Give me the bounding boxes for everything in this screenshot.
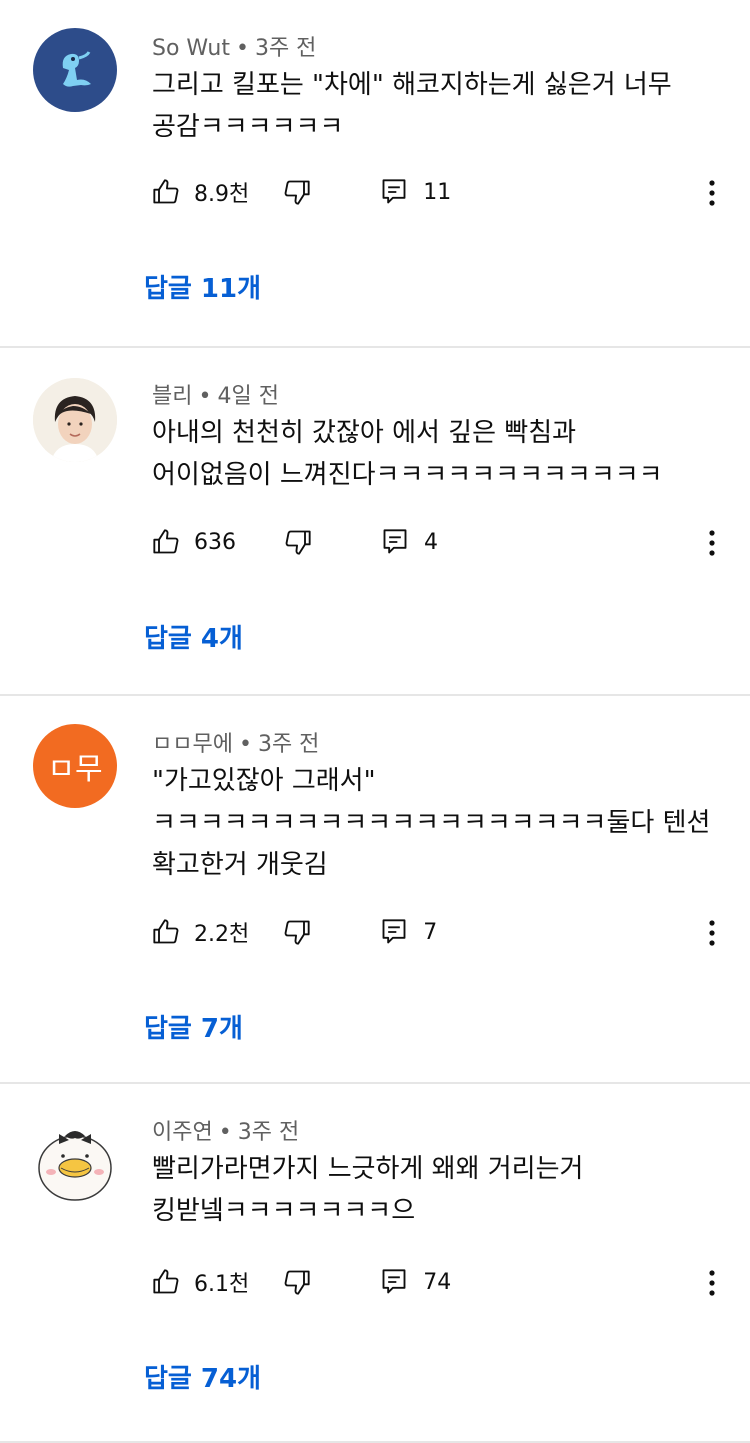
avatar[interactable]: ㅁ무 (33, 724, 117, 808)
like-count: 8.9천 (194, 182, 250, 207)
dislike-button[interactable] (283, 918, 311, 946)
like-count: 636 (194, 529, 236, 555)
comment-icon (382, 919, 406, 944)
action-bar: 6.1천 74 (152, 1262, 451, 1302)
author-name[interactable]: 이주연 (152, 1120, 213, 1145)
reply-count: 74 (423, 1269, 452, 1295)
avatar[interactable] (33, 28, 117, 112)
thumbs-up-icon (153, 1269, 179, 1294)
like-button[interactable]: 6.1천 (152, 1266, 249, 1298)
thumbs-up-icon (153, 529, 179, 554)
thumbs-down-icon (285, 530, 311, 555)
person-photo-icon (33, 378, 117, 462)
comment-text: 그리고 킬포는 "차에" 해코지하는게 싫은거 너무 공감ㅋㅋㅋㅋㅋㅋ (152, 70, 672, 142)
separator-dot: • (198, 384, 212, 409)
comment-header: 블리 • 4일 전 (152, 378, 279, 410)
comment-item: 블리 • 4일 전 아내의 천천히 갔잖아 에서 깊은 빡침과 어이없음이 느껴진다… (0, 348, 750, 696)
view-replies-link[interactable]: 답글 11개 (144, 268, 261, 305)
more-options-button[interactable] (700, 913, 724, 953)
comment-item: 이주연 • 3주 전 빨리가라면가지 느긋하게 왜왜 거리는거 킹받넼ㅋㅋㅋㅋㅋㅋㅋ… (0, 1084, 750, 1443)
thumbs-up-icon (153, 919, 179, 944)
more-vertical-icon (709, 1270, 715, 1296)
comment-text: 빨리가라면가지 느긋하게 왜왜 거리는거 킹받넼ㅋㅋㅋㅋㅋㅋㅋ으 (152, 1154, 584, 1226)
timestamp: 3주 전 (254, 36, 317, 61)
author-name[interactable]: 블리 (152, 384, 192, 409)
reply-button[interactable]: 11 (381, 178, 451, 206)
more-options-button[interactable] (700, 523, 724, 563)
timestamp: 3주 전 (237, 1120, 300, 1145)
comment-icon (382, 1269, 406, 1294)
more-vertical-icon (709, 180, 715, 206)
thumbs-up-icon (153, 179, 179, 204)
more-vertical-icon (709, 530, 715, 556)
action-bar: 8.9천 11 (152, 172, 451, 212)
reply-button[interactable]: 4 (382, 528, 438, 556)
author-name[interactable]: So Wut (152, 36, 230, 61)
reply-button[interactable]: 74 (381, 1268, 451, 1296)
duck-cartoon-icon (38, 1131, 112, 1201)
timestamp: 4일 전 (217, 384, 279, 409)
reply-button[interactable]: 7 (381, 918, 437, 946)
comment-item: So Wut • 3주 전 그리고 킬포는 "차에" 해코지하는게 싫은거 너무 공… (0, 0, 750, 348)
comment-header: 이주연 • 3주 전 (152, 1114, 299, 1146)
comment-header: So Wut • 3주 전 (152, 30, 316, 62)
view-replies-link[interactable]: 답글 74개 (144, 1358, 261, 1395)
reply-count: 11 (423, 179, 452, 205)
action-bar: 636 4 (152, 522, 438, 562)
more-options-button[interactable] (700, 173, 724, 213)
more-vertical-icon (709, 920, 715, 946)
like-button[interactable]: 8.9천 (152, 176, 249, 208)
comment-text: "가고있잖아 그래서" ㅋㅋㅋㅋㅋㅋㅋㅋㅋㅋㅋㅋㅋㅋㅋㅋㅋㅋㅋ둘다 텐션 확고한… (152, 766, 711, 880)
separator-dot: • (238, 732, 252, 757)
comment-header: ㅁㅁ무에 • 3주 전 (152, 726, 319, 758)
reply-count: 4 (424, 529, 438, 555)
avatar-initials: ㅁ무 (47, 752, 103, 787)
like-button[interactable]: 636 (152, 528, 236, 556)
separator-dot: • (218, 1120, 232, 1145)
avatar[interactable] (33, 1120, 117, 1204)
thumbs-down-icon (284, 180, 310, 205)
timestamp: 3주 전 (257, 732, 320, 757)
dislike-button[interactable] (283, 1268, 311, 1296)
comment-icon (383, 529, 407, 554)
action-bar: 2.2천 7 (152, 912, 437, 952)
blue-creature-icon (62, 51, 91, 87)
thumbs-down-icon (284, 1270, 310, 1295)
author-name[interactable]: ㅁㅁ무에 (152, 732, 233, 757)
like-count: 6.1천 (194, 1272, 250, 1297)
dislike-button[interactable] (283, 178, 311, 206)
view-replies-link[interactable]: 답글 4개 (144, 618, 243, 655)
like-button[interactable]: 2.2천 (152, 916, 249, 948)
thumbs-down-icon (284, 920, 310, 945)
comment-icon (382, 179, 406, 204)
reply-count: 7 (423, 919, 438, 945)
more-options-button[interactable] (700, 1263, 724, 1303)
avatar[interactable] (33, 378, 117, 462)
like-count: 2.2천 (194, 922, 250, 947)
view-replies-link[interactable]: 답글 7개 (144, 1008, 243, 1045)
comment-text: 아내의 천천히 갔잖아 에서 깊은 빡침과 어이없음이 느껴진다ㅋㅋㅋㅋㅋㅋㅋㅋ… (152, 418, 663, 490)
comment-item: ㅁ무 ㅁㅁ무에 • 3주 전 "가고있잖아 그래서" ㅋㅋㅋㅋㅋㅋㅋㅋㅋㅋㅋㅋㅋㅋㅋ… (0, 696, 750, 1084)
separator-dot: • (235, 36, 249, 61)
dislike-button[interactable] (284, 528, 312, 556)
